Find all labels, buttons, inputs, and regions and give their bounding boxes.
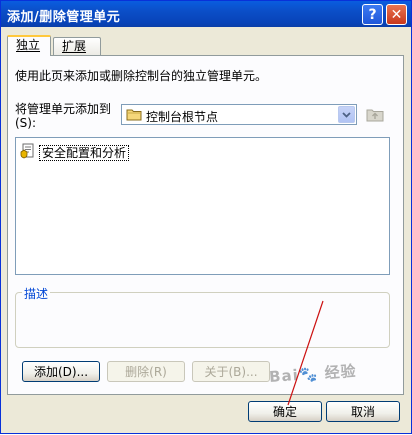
add-to-combobox[interactable]: 控制台根节点 xyxy=(121,104,357,125)
help-icon: ? xyxy=(368,6,377,23)
folder-icon xyxy=(126,108,142,124)
instruction-text: 使用此页来添加或删除控制台的独立管理单元。 xyxy=(15,69,268,83)
close-button[interactable]: ✕ xyxy=(386,4,407,25)
ok-button-label: 确定 xyxy=(272,405,297,419)
ok-button[interactable]: 确定 xyxy=(248,401,322,422)
help-button[interactable]: ? xyxy=(362,4,383,25)
remove-button[interactable]: 删除(R) xyxy=(107,361,185,382)
add-remove-snapin-dialog: 添加/删除管理单元 ? ✕ 独立 扩展 使用此页来添加或删除控制台的独立管理单元… xyxy=(0,0,412,434)
tab-standalone[interactable]: 独立 xyxy=(7,35,51,56)
chevron-down-icon[interactable] xyxy=(338,106,355,123)
add-button[interactable]: 添加(D)... xyxy=(22,361,100,382)
title-bar[interactable]: 添加/删除管理单元 ? ✕ xyxy=(1,1,411,27)
tab-extensions-label: 扩展 xyxy=(62,39,87,53)
add-to-value: 控制台根节点 xyxy=(146,110,219,124)
list-item[interactable]: 安全配置和分析 xyxy=(20,143,130,162)
add-to-label: 将管理单元添加到(S): xyxy=(15,102,112,130)
window-title: 添加/删除管理单元 xyxy=(7,10,121,25)
cancel-button[interactable]: 取消 xyxy=(326,401,400,422)
description-title: 描述 xyxy=(22,285,51,302)
snapin-icon xyxy=(20,143,36,162)
tab-extensions[interactable]: 扩展 xyxy=(53,37,101,55)
description-group: 描述 xyxy=(15,285,390,348)
about-button-label: 关于(B)... xyxy=(204,365,258,379)
snapin-label: 安全配置和分析 xyxy=(39,144,130,161)
add-button-label: 添加(D)... xyxy=(33,365,89,379)
tab-panel-standalone: 使用此页来添加或删除控制台的独立管理单元。 将管理单元添加到(S): 控制台根节… xyxy=(7,55,404,395)
close-icon: ✕ xyxy=(390,6,403,23)
tab-standalone-label: 独立 xyxy=(16,38,41,52)
cancel-button-label: 取消 xyxy=(350,405,375,419)
folder-up-icon[interactable] xyxy=(366,106,384,125)
snapin-list[interactable]: 安全配置和分析 xyxy=(15,137,390,275)
remove-button-label: 删除(R) xyxy=(125,365,167,379)
about-button[interactable]: 关于(B)... xyxy=(192,361,270,382)
